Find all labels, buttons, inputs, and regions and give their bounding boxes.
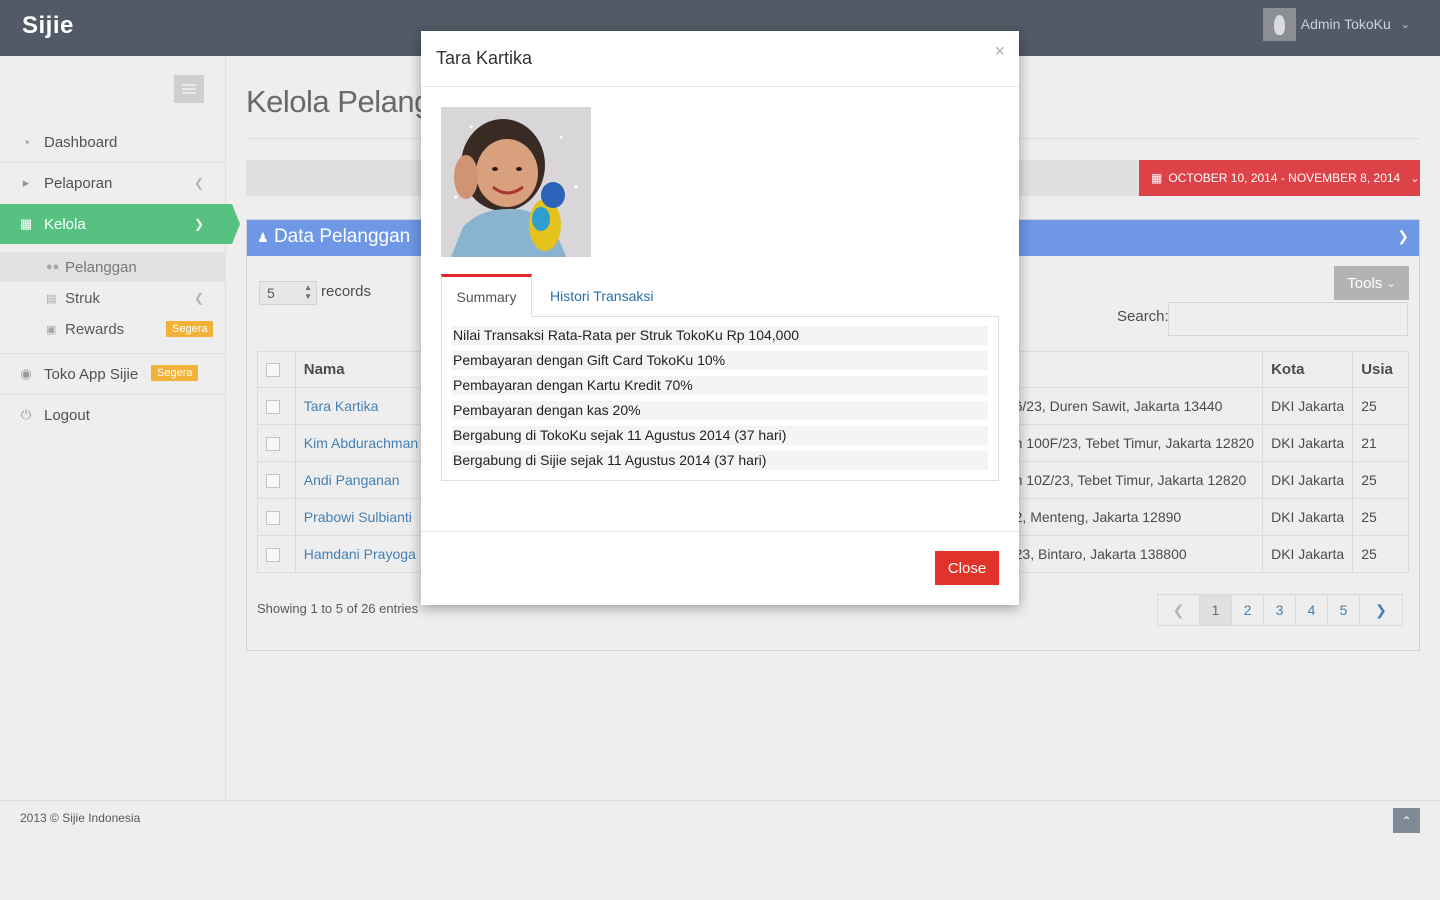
- divider: [421, 531, 1019, 532]
- summary-item: Bergabung di Sijie sejak 11 Agustus 2014…: [452, 451, 988, 470]
- customer-modal: Tara Kartika × Summary Histori Transaksi…: [421, 31, 1019, 605]
- summary-item: Bergabung di TokoKu sejak 11 Agustus 201…: [452, 426, 988, 445]
- modal-title: Tara Kartika: [436, 48, 533, 68]
- summary-item: Nilai Transaksi Rata-Rata per Struk Toko…: [452, 326, 988, 345]
- customer-photo: [441, 107, 591, 257]
- summary-item: Pembayaran dengan Gift Card TokoKu 10%: [452, 351, 988, 370]
- modal-header: Tara Kartika ×: [421, 31, 1019, 87]
- close-button[interactable]: Close: [935, 551, 999, 585]
- tab-histori-transaksi[interactable]: Histori Transaksi: [550, 274, 653, 317]
- modal-tabs: Summary Histori Transaksi: [441, 274, 999, 317]
- summary-item: Pembayaran dengan kas 20%: [452, 401, 988, 420]
- summary-item: Pembayaran dengan Kartu Kredit 70%: [452, 376, 988, 395]
- close-icon[interactable]: ×: [994, 41, 1005, 62]
- tab-summary[interactable]: Summary: [441, 274, 532, 317]
- summary-panel: Nilai Transaksi Rata-Rata per Struk Toko…: [441, 316, 999, 481]
